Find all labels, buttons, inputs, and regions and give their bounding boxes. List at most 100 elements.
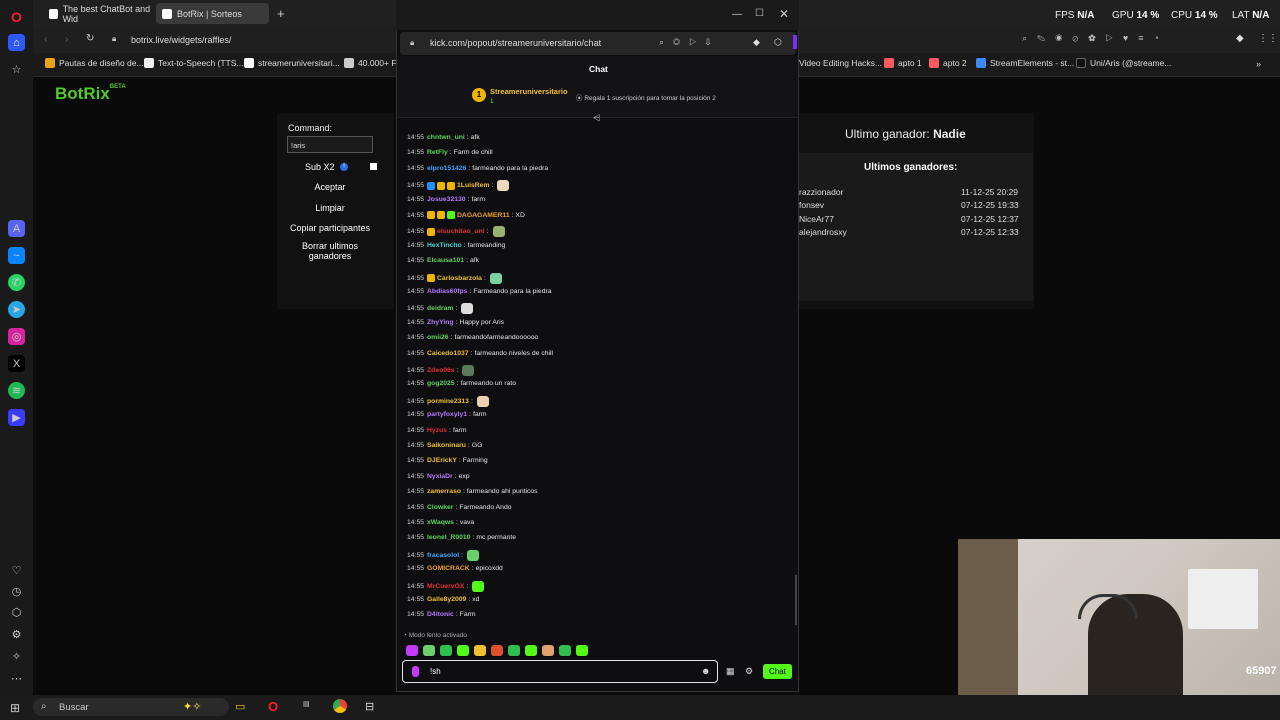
gift-icon[interactable]: ▦: [726, 666, 735, 677]
bookmark-9[interactable]: Uni/Aris (@streame...: [1076, 58, 1171, 68]
opera-logo-icon[interactable]: O: [8, 8, 25, 25]
message-username[interactable]: Josue32130: [427, 196, 466, 203]
aria-icon[interactable]: A: [8, 220, 25, 237]
collapse-icon[interactable]: ⩤: [593, 113, 600, 124]
bookmark-5[interactable]: Video Editing Hacks...: [799, 58, 882, 68]
extension-icon[interactable]: ◆: [753, 37, 760, 48]
chrome-icon[interactable]: [333, 699, 347, 713]
bookmark-4[interactable]: 40.000+ Fo: [344, 58, 401, 68]
copiar-participantes-button[interactable]: Copiar participantes: [281, 223, 379, 233]
message-username[interactable]: 1LuisRem: [457, 182, 489, 189]
new-tab-icon[interactable]: +: [277, 6, 285, 21]
bookmark-1[interactable]: Pautas de diseño de...: [45, 58, 144, 68]
message-username[interactable]: DAGAGAMER11: [457, 212, 510, 219]
chat-scrollbar[interactable]: [795, 575, 797, 625]
message-username[interactable]: D4itonic: [427, 611, 454, 618]
cube-icon[interactable]: ⬡: [774, 37, 782, 48]
emote-icon[interactable]: [474, 645, 486, 656]
extension-icon[interactable]: ◆: [1236, 33, 1244, 44]
emote-icon[interactable]: [525, 645, 537, 656]
app-icon[interactable]: ▤: [303, 700, 310, 708]
message-username[interactable]: leonel_R0010: [427, 534, 470, 541]
maximize-icon[interactable]: ☐: [755, 8, 764, 19]
opera-taskbar-icon[interactable]: O: [268, 699, 278, 714]
emote-icon[interactable]: [440, 645, 452, 656]
emoji-icon[interactable]: ☻: [701, 666, 710, 676]
messenger-icon[interactable]: ~: [8, 247, 25, 264]
menu-icon[interactable]: ⋮⋮: [1258, 33, 1278, 44]
message-username[interactable]: MrCuervOX: [427, 583, 464, 590]
limpiar-button[interactable]: Limpiar: [285, 203, 375, 213]
command-input[interactable]: !aris: [287, 136, 373, 153]
send-chat-button[interactable]: Chat: [763, 664, 792, 679]
bookmark-2[interactable]: Text-to-Speech (TTS...: [144, 58, 244, 68]
whatsapp-icon[interactable]: ✆: [8, 274, 25, 291]
message-username[interactable]: DJErickY: [427, 457, 457, 464]
cube-icon[interactable]: ⬡: [8, 604, 25, 621]
reload-icon[interactable]: ↻: [86, 33, 94, 44]
heart-icon[interactable]: ♡: [8, 562, 25, 579]
emote-icon[interactable]: [457, 645, 469, 656]
bookmark-3[interactable]: streameruniversitari...: [244, 58, 340, 68]
file-explorer-icon[interactable]: ▭: [235, 700, 245, 713]
message-username[interactable]: chntwn_uni: [427, 134, 465, 141]
message-username[interactable]: omii26: [427, 334, 449, 341]
message-username[interactable]: RetFly: [427, 149, 448, 156]
url-text[interactable]: botrix.live/widgets/raffles/: [131, 35, 231, 45]
minimize-icon[interactable]: —: [732, 9, 742, 20]
message-username[interactable]: Elcausa101: [427, 257, 464, 264]
lightbulb-icon[interactable]: ✧: [8, 648, 25, 665]
popup-url[interactable]: kick.com/popout/streameruniversitario/ch…: [430, 38, 601, 48]
sub-x2-checkbox[interactable]: [370, 163, 377, 170]
message-username[interactable]: elpro151426: [427, 165, 466, 172]
bookmark-8[interactable]: StreamElements - st...: [976, 58, 1074, 68]
bookmark-6[interactable]: apto 1: [884, 58, 922, 68]
message-username[interactable]: Clowker: [427, 504, 453, 511]
message-username[interactable]: Zdeo06s: [427, 367, 455, 374]
chat-input[interactable]: [402, 660, 718, 683]
message-username[interactable]: Hyzus: [427, 427, 447, 434]
pinned-user[interactable]: Streameruniversitario: [490, 87, 568, 96]
info-icon[interactable]: i: [340, 163, 348, 171]
message-username[interactable]: fracasolol: [427, 552, 459, 559]
emote-icon[interactable]: [542, 645, 554, 656]
message-username[interactable]: gog2025: [427, 380, 455, 387]
star-icon[interactable]: ☆: [8, 61, 25, 78]
bookmarks-more-icon[interactable]: »: [1256, 59, 1261, 69]
message-username[interactable]: pormine2313: [427, 398, 469, 405]
app-icon[interactable]: ⊟: [365, 700, 374, 713]
bookmark-7[interactable]: apto 2: [929, 58, 967, 68]
home-icon[interactable]: ⌂: [8, 34, 25, 51]
message-username[interactable]: deidram: [427, 305, 453, 312]
emote-icon[interactable]: [576, 645, 588, 656]
x-icon[interactable]: X: [8, 355, 25, 372]
forward-icon[interactable]: ›: [65, 34, 68, 45]
chat-input-text[interactable]: !sh: [430, 667, 441, 676]
instagram-icon[interactable]: ◎: [8, 328, 25, 345]
message-username[interactable]: Carlosbarzola: [437, 275, 482, 282]
message-username[interactable]: NyxiaDr: [427, 473, 453, 480]
mic-icon[interactable]: [412, 666, 419, 677]
spotify-icon[interactable]: ≋: [8, 382, 25, 399]
message-username[interactable]: Saikoninaru: [427, 442, 466, 449]
message-username[interactable]: partyfoxyly1: [427, 411, 467, 418]
clock-icon[interactable]: ◷: [8, 583, 25, 600]
back-icon[interactable]: ‹: [44, 34, 47, 45]
borrar-ganadores-button[interactable]: Borrar ultimos ganadores: [285, 241, 375, 261]
settings-icon[interactable]: ⚙: [8, 626, 25, 643]
tab-chatbot[interactable]: The best ChatBot and Wid: [43, 3, 153, 24]
emote-icon[interactable]: [491, 645, 503, 656]
message-username[interactable]: ZhyYing: [427, 319, 454, 326]
botrix-logo[interactable]: BotRixBETA: [55, 84, 126, 104]
emote-icon[interactable]: [508, 645, 520, 656]
message-username[interactable]: xWaqws: [427, 519, 454, 526]
more-icon[interactable]: ⋯: [8, 670, 25, 687]
message-username[interactable]: HexTincho: [427, 242, 462, 249]
message-username[interactable]: Abdias60fps: [427, 288, 467, 295]
message-username[interactable]: zamerraso: [427, 488, 461, 495]
emote-icon[interactable]: [423, 645, 435, 656]
emote-icon[interactable]: [406, 645, 418, 656]
message-username[interactable]: Galle8y2009: [427, 596, 466, 603]
tab-botrix-sorteos[interactable]: BotRix | Sorteos: [156, 3, 269, 24]
message-username[interactable]: Caicedo1037: [427, 350, 469, 357]
